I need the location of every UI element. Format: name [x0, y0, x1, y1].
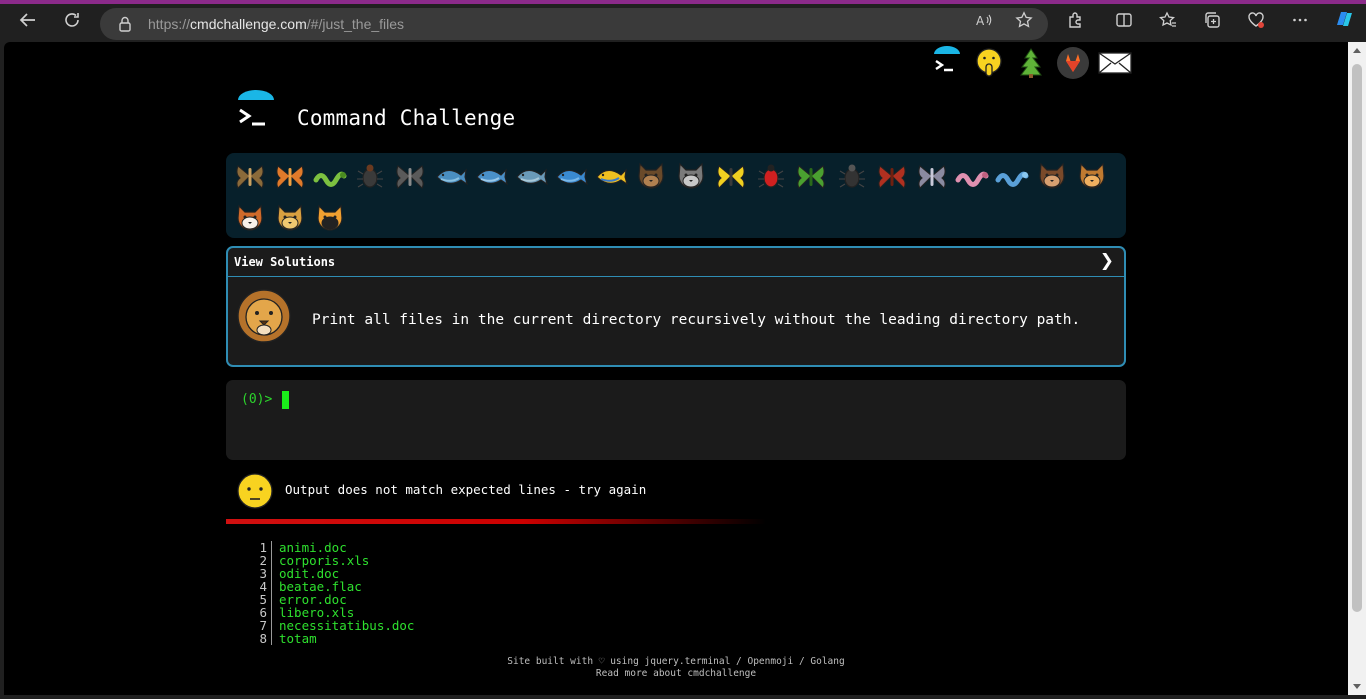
collections-icon[interactable] — [1196, 8, 1228, 40]
tiger-icon[interactable] — [312, 200, 348, 236]
top-links — [928, 44, 1134, 84]
page-title: Command Challenge — [297, 106, 516, 130]
solutions-panel: View Solutions ❯ Print all files in the … — [226, 246, 1126, 367]
fish-icon[interactable] — [553, 158, 589, 194]
dolphin-icon[interactable] — [473, 158, 509, 194]
evergreen-tree-icon[interactable] — [1012, 44, 1050, 82]
view-solutions-label: View Solutions — [234, 255, 336, 269]
snail-icon[interactable] — [232, 158, 268, 194]
monkey-icon[interactable] — [1034, 158, 1070, 194]
terminal[interactable]: (0)> — [226, 380, 1126, 460]
back-icon[interactable] — [12, 8, 44, 40]
favorite-star-icon[interactable] — [1008, 8, 1040, 40]
favorites-icon[interactable] — [1152, 8, 1184, 40]
gitlab-icon[interactable] — [1054, 44, 1092, 82]
output-row: 7 necessitatibus.doc — [252, 619, 414, 632]
read-aloud-icon[interactable]: A — [968, 8, 1000, 40]
tropical-fish-icon[interactable] — [593, 158, 629, 194]
scroll-up-icon[interactable] — [1353, 48, 1361, 53]
site-logo-icon — [230, 88, 286, 136]
output-file-name: totam — [279, 631, 317, 646]
footer-credits: Site built with ♡ using jquery.terminal … — [507, 656, 845, 667]
spiral-shell-icon[interactable] — [392, 158, 428, 194]
wolf-icon[interactable] — [673, 158, 709, 194]
microbe-icon[interactable] — [994, 158, 1030, 194]
footer-read-more-link[interactable]: Read more about cmdchallenge — [226, 668, 1126, 680]
shark-icon[interactable] — [513, 158, 549, 194]
butterfly-icon[interactable] — [272, 158, 308, 194]
ant-icon[interactable] — [352, 158, 388, 194]
svg-text:A: A — [976, 14, 985, 28]
refresh-icon[interactable] — [56, 8, 88, 40]
bee-icon[interactable] — [713, 158, 749, 194]
fly-icon[interactable] — [914, 158, 950, 194]
challenge-description: Print all files in the current directory… — [312, 312, 1081, 328]
cat-icon[interactable] — [272, 200, 308, 236]
line-number: 8 — [252, 632, 272, 645]
output-listing: 1 animi.doc 2 corporis.xls 3 odit.doc 4 beatae.… — [252, 541, 414, 645]
lock-icon — [116, 15, 134, 33]
chevron-right-icon: ❯ — [1099, 251, 1114, 271]
fox-icon[interactable] — [232, 200, 268, 236]
split-screen-icon[interactable] — [1108, 8, 1140, 40]
scroll-thumb[interactable] — [1352, 64, 1362, 612]
challenge-progress-strip — [226, 153, 1126, 238]
error-bar — [226, 519, 766, 524]
ladybug-icon[interactable] — [753, 158, 789, 194]
copilot-icon[interactable] — [1328, 8, 1360, 40]
browser-toolbar: https://cmdchallenge.com/#/just_the_file… — [0, 0, 1366, 42]
scroll-down-icon[interactable] — [1353, 684, 1361, 689]
page-scrollbar[interactable] — [1348, 42, 1366, 695]
terminal-logo-icon[interactable] — [928, 44, 966, 82]
terminal-prompt: (0)> — [241, 392, 273, 407]
url-text: https://cmdchallenge.com/#/just_the_file… — [148, 16, 405, 32]
cricket-icon[interactable] — [793, 158, 829, 194]
neutral-face-icon — [236, 472, 274, 510]
shushing-face-icon[interactable] — [970, 44, 1008, 82]
more-options-icon[interactable] — [1284, 8, 1316, 40]
status-message: Output does not match expected lines - t… — [285, 482, 647, 497]
result-status: Output does not match expected lines - t… — [226, 470, 1126, 510]
lion-icon — [236, 286, 292, 346]
whale-icon[interactable] — [433, 158, 469, 194]
footer: Site built with ♡ using jquery.terminal … — [226, 656, 1126, 680]
address-bar[interactable]: https://cmdchallenge.com/#/just_the_file… — [100, 8, 1048, 40]
scorpion-icon[interactable] — [874, 158, 910, 194]
extensions-icon[interactable] — [1060, 8, 1092, 40]
caterpillar-icon[interactable] — [312, 158, 348, 194]
terminal-cursor — [282, 391, 289, 409]
view-solutions-toggle[interactable]: View Solutions ❯ — [228, 248, 1124, 277]
output-row: 8 totam — [252, 632, 414, 645]
spider-icon[interactable] — [834, 158, 870, 194]
page-viewport: Command Challenge View Solutions ❯ Print… — [4, 42, 1348, 695]
dog-icon[interactable] — [1074, 158, 1110, 194]
envelope-icon[interactable] — [1096, 44, 1134, 82]
worm-icon[interactable] — [954, 158, 990, 194]
hedgehog-icon[interactable] — [633, 158, 669, 194]
browser-essentials-icon[interactable] — [1240, 8, 1272, 40]
